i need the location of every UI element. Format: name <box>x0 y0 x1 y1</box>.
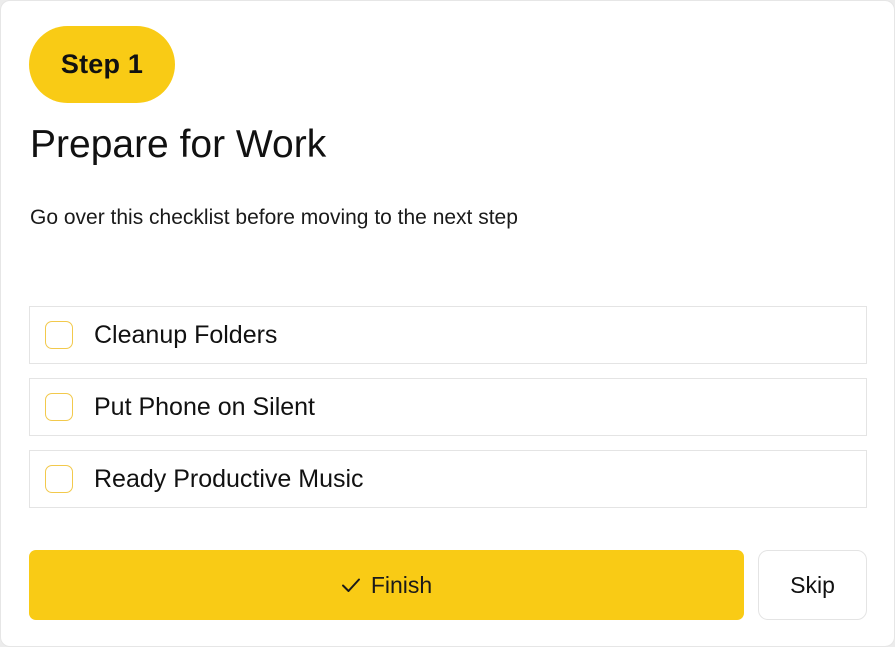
step-card: Step 1 Prepare for Work Go over this che… <box>0 0 895 647</box>
finish-button[interactable]: Finish <box>29 550 744 620</box>
step-badge-label: Step 1 <box>60 49 144 79</box>
check-icon <box>341 578 360 592</box>
finish-button-label: Finish <box>370 571 433 598</box>
checklist-item-put-phone-on-silent[interactable]: Put Phone on Silent <box>29 378 867 436</box>
checklist-item-label: Cleanup Folders <box>94 320 278 349</box>
page-title: Prepare for Work <box>30 123 327 166</box>
page-subtitle: Go over this checklist before moving to … <box>30 206 518 229</box>
checkbox[interactable] <box>45 393 73 421</box>
skip-button[interactable]: Skip <box>758 550 867 620</box>
checklist-item-cleanup-folders[interactable]: Cleanup Folders <box>29 306 867 364</box>
checklist-item-label: Ready Productive Music <box>94 464 364 493</box>
checklist-item-label: Put Phone on Silent <box>94 392 315 421</box>
checklist: Cleanup Folders Put Phone on Silent Read… <box>29 306 867 522</box>
checkbox[interactable] <box>45 465 73 493</box>
step-badge: Step 1 <box>29 26 175 103</box>
checkbox[interactable] <box>45 321 73 349</box>
checklist-item-ready-productive-music[interactable]: Ready Productive Music <box>29 450 867 508</box>
